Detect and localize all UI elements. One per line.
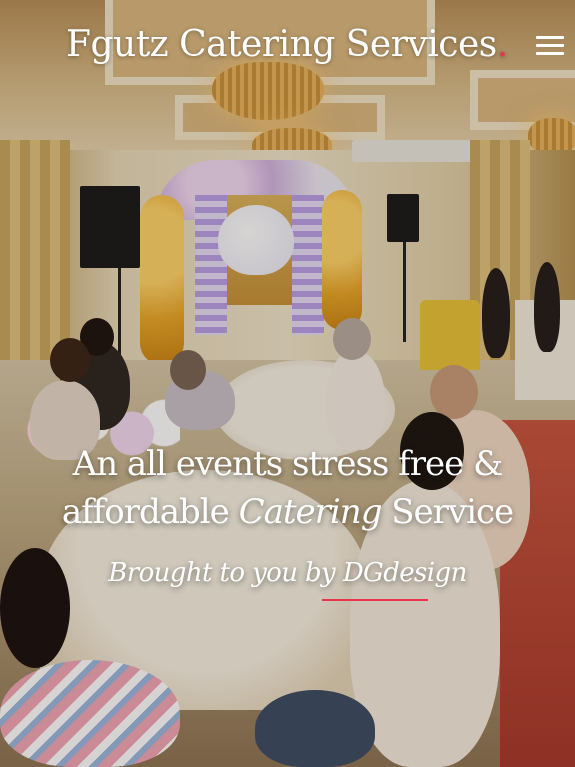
menu-bar bbox=[536, 44, 564, 47]
hero-subheadline: Brought to you by DGdesign bbox=[108, 558, 467, 588]
headline-line-2: affordable Catering Service bbox=[0, 488, 575, 536]
hamburger-menu-icon[interactable] bbox=[536, 36, 564, 56]
headline-italic-word: Catering bbox=[238, 492, 383, 532]
headline-suffix: Service bbox=[381, 492, 514, 532]
brand-name: Fgutz Catering Services bbox=[66, 24, 497, 65]
site-logo-title[interactable]: Fgutz Catering Services. bbox=[66, 24, 508, 65]
headline-line-1: An all events stress free & bbox=[72, 444, 504, 484]
menu-bar bbox=[536, 36, 564, 39]
hero-headline: An all events stress free & affordable C… bbox=[0, 440, 575, 536]
menu-bar bbox=[536, 52, 564, 55]
hero-section: Fgutz Catering Services. An all events s… bbox=[0, 0, 575, 767]
hero-background-image bbox=[0, 0, 575, 767]
overlay-tint bbox=[0, 0, 575, 767]
accent-underline bbox=[322, 599, 428, 601]
brand-accent-dot: . bbox=[496, 24, 508, 65]
headline-prefix: affordable bbox=[61, 492, 239, 532]
